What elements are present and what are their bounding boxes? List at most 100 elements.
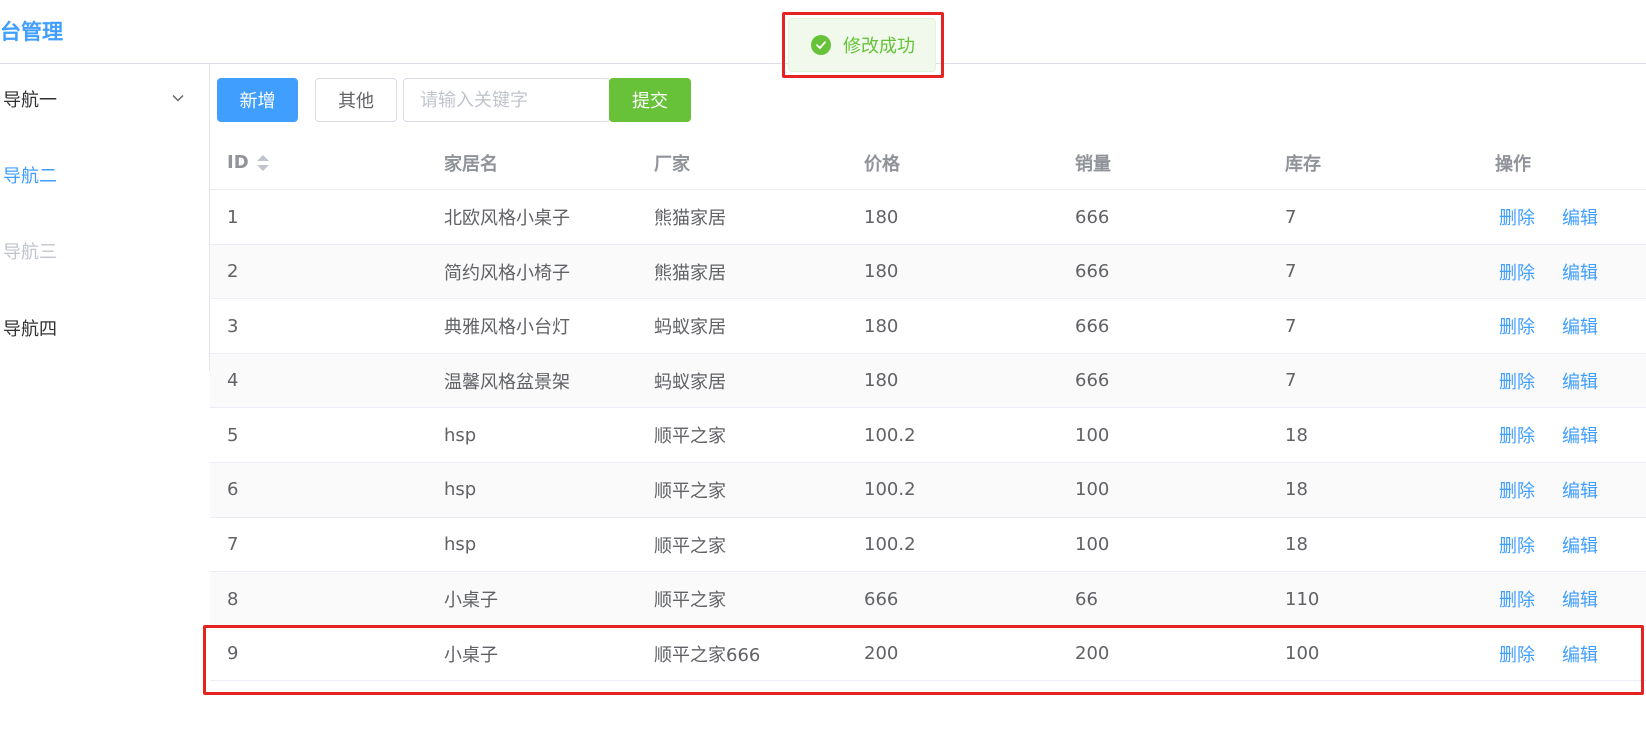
sidebar-item-label: 导航二 — [3, 166, 57, 187]
cell-sales: 666 — [1075, 370, 1110, 392]
cell-id: 2 — [227, 261, 239, 283]
column-header-id[interactable]: ID — [227, 135, 269, 190]
cell-maker: 蚂蚁家居 — [654, 371, 726, 393]
table-row: 7 hsp 顺平之家 100.2 100 18 删除 编辑 — [210, 518, 1646, 573]
sidebar-item-nav-2[interactable]: 导航二 — [0, 147, 209, 203]
search-input[interactable] — [403, 78, 610, 122]
table-row: 9 小桌子 顺平之家666 200 200 100 删除 编辑 — [210, 627, 1646, 682]
edit-button[interactable]: 编辑 — [1562, 518, 1598, 572]
cell-id: 4 — [227, 370, 239, 392]
cell-name: 温馨风格盆景架 — [444, 371, 570, 393]
delete-button[interactable]: 删除 — [1499, 518, 1535, 572]
edit-button[interactable]: 编辑 — [1562, 299, 1598, 353]
cell-price: 180 — [864, 261, 899, 283]
add-button[interactable]: 新增 — [217, 78, 298, 122]
edit-button[interactable]: 编辑 — [1562, 190, 1598, 244]
cell-sales: 666 — [1075, 315, 1110, 337]
column-header-maker: 厂家 — [654, 153, 690, 175]
cell-id: 6 — [227, 479, 239, 501]
cell-stock: 110 — [1285, 588, 1320, 610]
cell-stock: 18 — [1285, 424, 1308, 446]
table-row: 2 简约风格小椅子 熊猫家居 180 666 7 删除 编辑 — [210, 244, 1646, 300]
cell-name: hsp — [444, 479, 477, 501]
column-header-actions: 操作 — [1495, 153, 1531, 175]
edit-button[interactable]: 编辑 — [1562, 627, 1598, 681]
cell-sales: 200 — [1075, 643, 1110, 665]
cell-name: 典雅风格小台灯 — [444, 317, 570, 339]
table-row: 3 典雅风格小台灯 蚂蚁家居 180 666 7 删除 编辑 — [210, 299, 1646, 354]
cell-stock: 7 — [1285, 315, 1297, 337]
delete-button[interactable]: 删除 — [1499, 627, 1535, 681]
cell-price: 666 — [864, 588, 899, 610]
cell-id: 9 — [227, 643, 239, 665]
cell-price: 100.2 — [864, 534, 916, 556]
cell-maker: 顺平之家 — [654, 535, 726, 557]
edit-button[interactable]: 编辑 — [1562, 572, 1598, 626]
furniture-table: ID 家居名 厂家 价格 销量 库存 操作 1 北欧风格小桌子 熊猫家居 180 666… — [210, 135, 1646, 682]
cell-id: 3 — [227, 315, 239, 337]
delete-button[interactable]: 删除 — [1499, 245, 1535, 299]
toast-message: 修改成功 — [843, 36, 915, 57]
cell-name: 小桌子 — [444, 644, 498, 666]
cell-price: 180 — [864, 315, 899, 337]
sidebar-item-label: 导航一 — [3, 90, 57, 111]
column-header-price: 价格 — [864, 153, 900, 175]
edit-button[interactable]: 编辑 — [1562, 408, 1598, 462]
edit-button[interactable]: 编辑 — [1562, 245, 1598, 299]
cell-name: hsp — [444, 534, 477, 556]
cell-price: 180 — [864, 206, 899, 228]
cell-sales: 666 — [1075, 261, 1110, 283]
cell-price: 100.2 — [864, 479, 916, 501]
table-row: 8 小桌子 顺平之家 666 66 110 删除 编辑 — [210, 572, 1646, 627]
cell-sales: 666 — [1075, 206, 1110, 228]
sidebar-item-nav-1[interactable]: 导航一 — [0, 71, 209, 127]
cell-name: 小桌子 — [444, 590, 498, 612]
sort-caret-icon[interactable] — [256, 154, 269, 172]
cell-stock: 7 — [1285, 206, 1297, 228]
cell-name: hsp — [444, 424, 477, 446]
sidebar-menu: 导航一 导航二 导航三 导航四 — [0, 64, 210, 371]
cell-maker: 熊猫家居 — [654, 262, 726, 284]
cell-id: 1 — [227, 206, 239, 228]
cell-maker: 顺平之家666 — [654, 644, 761, 666]
edit-button[interactable]: 编辑 — [1562, 354, 1598, 408]
chevron-down-icon — [172, 95, 184, 102]
cell-sales: 66 — [1075, 588, 1098, 610]
table-row: 5 hsp 顺平之家 100.2 100 18 删除 编辑 — [210, 408, 1646, 463]
cell-name: 北欧风格小桌子 — [444, 208, 570, 229]
delete-button[interactable]: 删除 — [1499, 299, 1535, 353]
app-root: 台管理 修改成功 导航一 导航二 导航三 导航四 新增 其他 提交 ID — [0, 0, 1646, 745]
table-row: 1 北欧风格小桌子 熊猫家居 180 666 7 删除 编辑 — [210, 190, 1646, 245]
delete-button[interactable]: 删除 — [1499, 408, 1535, 462]
cell-sales: 100 — [1075, 534, 1110, 556]
cell-id: 7 — [227, 534, 239, 556]
cell-maker: 顺平之家 — [654, 480, 726, 502]
delete-button[interactable]: 删除 — [1499, 572, 1535, 626]
cell-maker: 顺平之家 — [654, 426, 726, 448]
column-header-sales: 销量 — [1075, 153, 1111, 175]
cell-maker: 顺平之家 — [654, 590, 726, 612]
column-header-name: 家居名 — [444, 153, 498, 175]
table-header: ID 家居名 厂家 价格 销量 库存 操作 — [210, 135, 1646, 190]
submit-button[interactable]: 提交 — [609, 78, 691, 122]
delete-button[interactable]: 删除 — [1499, 190, 1535, 244]
table-row: 4 温馨风格盆景架 蚂蚁家居 180 666 7 删除 编辑 — [210, 353, 1646, 409]
cell-id: 5 — [227, 424, 239, 446]
sidebar-item-label: 导航三 — [3, 242, 57, 263]
delete-button[interactable]: 删除 — [1499, 463, 1535, 517]
success-toast: 修改成功 — [788, 18, 936, 72]
cell-maker: 蚂蚁家居 — [654, 317, 726, 339]
table-row: 6 hsp 顺平之家 100.2 100 18 删除 编辑 — [210, 462, 1646, 518]
cell-sales: 100 — [1075, 479, 1110, 501]
delete-button[interactable]: 删除 — [1499, 354, 1535, 408]
other-button[interactable]: 其他 — [315, 78, 397, 122]
sidebar-item-nav-4[interactable]: 导航四 — [0, 300, 209, 356]
cell-name: 简约风格小椅子 — [444, 262, 570, 284]
cell-price: 100.2 — [864, 424, 916, 446]
cell-price: 200 — [864, 643, 899, 665]
sidebar-item-label: 导航四 — [3, 319, 57, 340]
edit-button[interactable]: 编辑 — [1562, 463, 1598, 517]
check-circle-icon — [811, 35, 831, 55]
cell-id: 8 — [227, 588, 239, 610]
table-body: 1 北欧风格小桌子 熊猫家居 180 666 7 删除 编辑 2 简约风格小椅子 熊猫家居 180 66… — [210, 190, 1646, 682]
